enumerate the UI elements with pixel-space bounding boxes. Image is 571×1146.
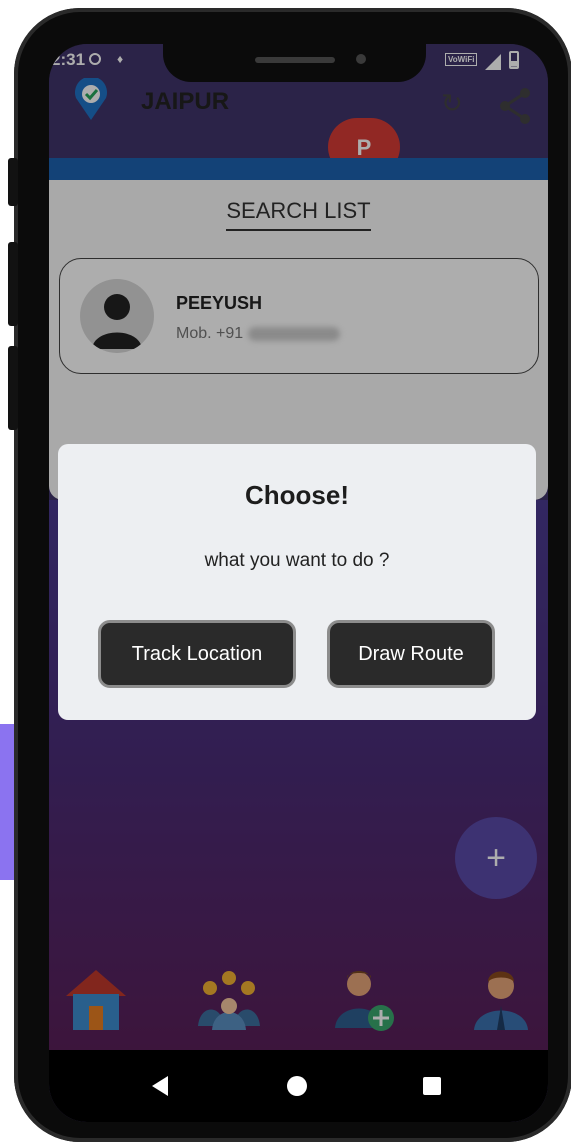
back-icon[interactable] — [152, 1076, 168, 1096]
front-camera — [356, 54, 366, 64]
choose-dialog: Choose! what you want to do ? Track Loca… — [58, 444, 536, 720]
draw-route-button[interactable]: Draw Route — [327, 620, 495, 688]
phone-notch — [163, 44, 426, 82]
dialog-message: what you want to do ? — [204, 550, 390, 571]
dialog-title: Choose! — [245, 480, 349, 510]
volume-up-side-button — [8, 242, 18, 326]
phone-screen: 2:31 ♦ VoWiFi JAIPUR P ↻ SEARCH LIST PEE… — [49, 44, 548, 1122]
volume-down-side-button — [8, 346, 18, 430]
home-circle-icon[interactable] — [287, 1076, 307, 1096]
system-nav-bar — [49, 1050, 548, 1122]
track-location-button[interactable]: Track Location — [98, 620, 296, 688]
recent-apps-icon[interactable] — [423, 1077, 441, 1095]
power-side-button — [8, 158, 18, 206]
earpiece-speaker — [255, 57, 335, 63]
